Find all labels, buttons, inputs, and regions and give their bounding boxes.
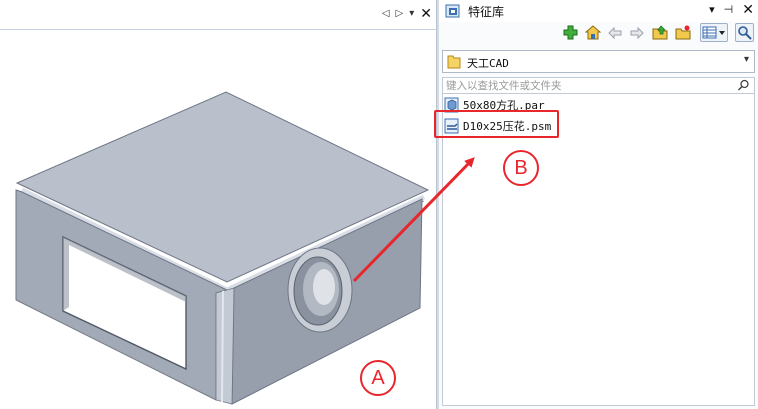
embossed-feature[interactable] [287, 247, 353, 333]
annotation-badge-a: A [360, 360, 396, 396]
back-icon[interactable] [605, 23, 624, 42]
view-mode-icon[interactable] [700, 23, 728, 42]
sheetmetal-box-model[interactable] [0, 0, 436, 409]
panel-toolbar [439, 22, 758, 46]
pin-icon[interactable]: ⊣ [724, 3, 734, 17]
home-icon[interactable] [583, 23, 602, 42]
feature-library-icon [445, 4, 460, 18]
chevron-down-icon[interactable]: ▾ [744, 54, 749, 65]
search-field[interactable] [442, 77, 755, 94]
folder-select-value: 天工CAD [467, 57, 509, 70]
search-input[interactable] [446, 78, 726, 93]
search-icon[interactable] [735, 23, 754, 42]
panel-title: 特征库 [468, 5, 505, 19]
file-list: 50x80方孔.par D10x25压花.psm [434, 94, 755, 406]
forward-icon[interactable] [627, 23, 646, 42]
search-icon[interactable] [737, 79, 750, 92]
model-viewport[interactable]: ◁ ▷ ▾ ✕ [0, 0, 436, 409]
new-folder-icon[interactable] [673, 23, 692, 42]
panel-menu-icon[interactable]: ▾ [709, 3, 715, 17]
panel-title-bar: 特征库 ▾ ⊣ ✕ [439, 0, 758, 22]
annotation-badge-b: B [503, 150, 539, 186]
highlight-box [434, 110, 559, 138]
add-icon[interactable] [561, 23, 580, 42]
feature-library-panel: 特征库 ▾ ⊣ ✕ 天工CAD ▾ 键入以查找文件或文件夹 50x80方孔.pa… [434, 0, 758, 409]
close-icon[interactable]: ✕ [742, 3, 754, 17]
folder-select[interactable]: 天工CAD ▾ [442, 50, 755, 73]
up-folder-icon[interactable] [650, 23, 669, 42]
folder-icon [447, 55, 461, 69]
